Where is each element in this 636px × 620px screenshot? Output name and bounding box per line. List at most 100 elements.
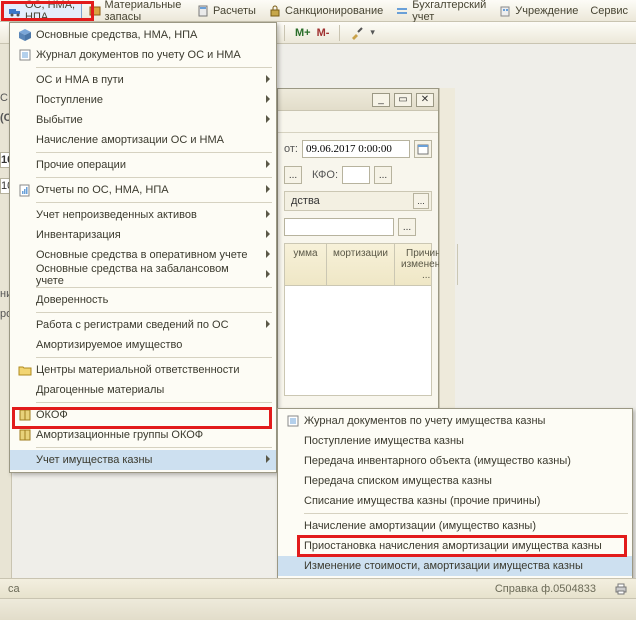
dropdown-item-label: Драгоценные материалы	[36, 384, 164, 396]
building-icon	[498, 4, 512, 18]
book-icon	[14, 408, 36, 422]
menu-service[interactable]: Сервис	[584, 2, 634, 20]
menu-org[interactable]: Учреждение	[492, 2, 584, 20]
dropdown-item[interactable]: Поступление	[10, 90, 276, 110]
lock-icon	[268, 4, 282, 18]
dropdown-item[interactable]: Основные средства, НМА, НПА	[10, 25, 276, 45]
dropdown-item-label: Выбытие	[36, 114, 83, 126]
os-dropdown-menu: Основные средства, НМА, НПА Журнал докуме…	[9, 22, 277, 473]
tab-assets[interactable]: дства ...	[284, 191, 432, 211]
mminus-button[interactable]: M-	[317, 27, 330, 39]
menu-materials[interactable]: Материальные запасы	[82, 2, 191, 20]
dropdown-item-label: Работа с регистрами сведений по ОС	[36, 319, 229, 331]
submenu-item[interactable]: Журнал документов по учету имущества каз…	[278, 411, 632, 431]
submenu-item[interactable]: Списание имущества казны (прочие причины…	[278, 491, 632, 511]
submenu-item[interactable]: Поступление имущества казны	[278, 431, 632, 451]
dropdown-item-label: Учет имущества казны	[36, 454, 152, 466]
kfo-ellipsis[interactable]: ...	[374, 166, 392, 184]
menu-service-label: Сервис	[590, 5, 628, 17]
dropdown-item[interactable]: Драгоценные материалы	[10, 380, 276, 400]
dropdown-item[interactable]: Амортизируемое имущество	[10, 335, 276, 355]
separator	[36, 402, 272, 403]
dropdown-item[interactable]: Выбытие	[10, 110, 276, 130]
calc-icon	[196, 4, 210, 18]
scrollbar[interactable]	[439, 88, 455, 448]
dropdown-item[interactable]: Центры материальной ответственности	[10, 360, 276, 380]
submenu-item[interactable]: Приостановка начисления амортизации имущ…	[278, 536, 632, 556]
submenu-item-label: Поступление имущества казны	[304, 435, 464, 447]
chevron-right-icon	[266, 75, 270, 83]
dropdown-item[interactable]: Доверенность	[10, 290, 276, 310]
dropdown-item[interactable]: Начисление амортизации ОС и НМА	[10, 130, 276, 150]
submenu-item[interactable]: Изменение стоимости, амортизации имущест…	[278, 556, 632, 576]
ellipsis-button-1[interactable]: ...	[284, 166, 302, 184]
dropdown-item[interactable]: Учет имущества казны	[10, 450, 276, 470]
submenu-item-label: Начисление амортизации (имущество казны)	[304, 520, 536, 532]
chevron-right-icon	[266, 210, 270, 218]
kfo-field[interactable]	[342, 166, 370, 184]
submenu-item-label: Журнал документов по учету имущества каз…	[304, 415, 545, 427]
submenu-item[interactable]: Начисление амортизации (имущество казны)	[278, 516, 632, 536]
separator	[36, 177, 272, 178]
status-left: са	[8, 583, 20, 595]
submenu-item-label: Передача списком имущества казны	[304, 475, 492, 487]
chevron-right-icon	[266, 95, 270, 103]
tab-ellipsis[interactable]: ...	[413, 193, 429, 209]
col-amount: умма	[285, 244, 327, 285]
separator	[36, 152, 272, 153]
dropdown-item[interactable]: Работа с регистрами сведений по ОС	[10, 315, 276, 335]
restore-button[interactable]: ▭	[394, 93, 412, 107]
separator	[304, 513, 628, 514]
menu-calc-label: Расчеты	[213, 5, 256, 17]
dropdown-item[interactable]: Учет непроизведенных активов	[10, 205, 276, 225]
dropdown-item[interactable]: Прочие операции	[10, 155, 276, 175]
menu-sanction[interactable]: Санкционирование	[262, 2, 389, 20]
dropdown-item-label: ОС и НМА в пути	[36, 74, 124, 86]
minimize-button[interactable]: _	[372, 93, 390, 107]
brush-icon[interactable]	[350, 26, 364, 40]
col-amort: мортизации	[327, 244, 395, 285]
separator	[36, 447, 272, 448]
mplus-button[interactable]: M+	[295, 27, 311, 39]
chevron-right-icon	[266, 250, 270, 258]
chevron-right-icon	[266, 185, 270, 193]
submenu-item[interactable]: Передача инвентарного объекта (имущество…	[278, 451, 632, 471]
book-icon	[14, 428, 36, 442]
printer-icon[interactable]	[614, 582, 628, 596]
chevron-right-icon	[266, 230, 270, 238]
menu-calc[interactable]: Расчеты	[190, 2, 262, 20]
blank-field[interactable]	[284, 218, 394, 236]
bottom-bar	[0, 598, 636, 620]
grid-header: умма мортизации Причина изменения ...	[284, 243, 432, 286]
dropdown-item-label: Инвентаризация	[36, 229, 121, 241]
dropdown-item[interactable]: Амортизационные группы ОКОФ	[10, 425, 276, 445]
dropdown-item[interactable]: Журнал документов по учету ОС и НМА	[10, 45, 276, 65]
dropdown-item-label: Журнал документов по учету ОС и НМА	[36, 49, 241, 61]
menu-acc[interactable]: Бухгалтерский учет	[389, 2, 492, 20]
dropdown-item-label: Амортизационные группы ОКОФ	[36, 429, 203, 441]
window-titlebar: _ ▭ ✕	[278, 89, 438, 111]
close-button[interactable]: ✕	[416, 93, 434, 107]
separator	[36, 287, 272, 288]
dropdown-item-label: Учет непроизведенных активов	[36, 209, 197, 221]
truck-icon	[8, 4, 22, 18]
dropdown-item[interactable]: Отчеты по ОС, НМА, НПА	[10, 180, 276, 200]
grid-body[interactable]	[284, 286, 432, 396]
dropdown-item[interactable]: Основные средства на забалансовом учете	[10, 265, 276, 285]
dropdown-item[interactable]: ОС и НМА в пути	[10, 70, 276, 90]
dropdown-item[interactable]: Основные средства в оперативном учете	[10, 245, 276, 265]
chevron-right-icon	[266, 160, 270, 168]
separator	[36, 67, 272, 68]
ellipsis-button-2[interactable]: ...	[398, 218, 416, 236]
menu-os-nma-npa[interactable]: ОС, НМА, НПА	[2, 2, 82, 20]
dropdown-item[interactable]: Инвентаризация	[10, 225, 276, 245]
date-field[interactable]	[302, 140, 410, 158]
dropdown-item-label: Отчеты по ОС, НМА, НПА	[36, 184, 169, 196]
dropdown-item[interactable]: ОКОФ	[10, 405, 276, 425]
dropdown-item-label: Поступление	[36, 94, 103, 106]
submenu-item-label: Передача инвентарного объекта (имущество…	[304, 455, 571, 467]
submenu-item[interactable]: Передача списком имущества казны	[278, 471, 632, 491]
separator	[36, 312, 272, 313]
date-picker-button[interactable]	[414, 140, 432, 158]
separator	[36, 202, 272, 203]
